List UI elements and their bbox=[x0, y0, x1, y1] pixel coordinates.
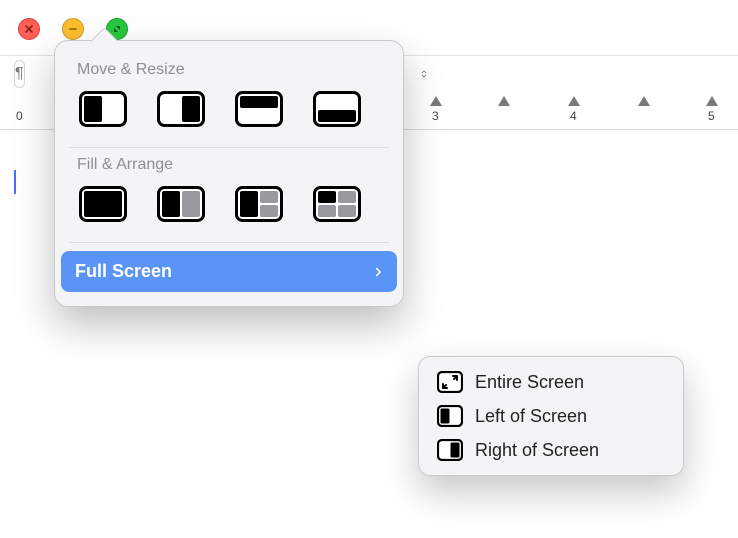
paragraph-style-dropdown[interactable]: ¶ bbox=[14, 60, 25, 88]
tile-bottom-half-icon[interactable] bbox=[313, 91, 361, 127]
arrange-quarters-icon[interactable] bbox=[313, 186, 361, 222]
tile-right-half-icon[interactable] bbox=[157, 91, 205, 127]
submenu-entire-screen[interactable]: Entire Screen bbox=[425, 365, 677, 399]
minimize-window-button[interactable] bbox=[62, 18, 84, 40]
fill-screen-icon[interactable] bbox=[79, 186, 127, 222]
submenu-right-of-screen[interactable]: Right of Screen bbox=[425, 433, 677, 467]
submenu-label: Left of Screen bbox=[475, 406, 587, 427]
submenu-label: Entire Screen bbox=[475, 372, 584, 393]
ruler-tick-0: 0 bbox=[16, 109, 23, 123]
tab-stop-marker[interactable] bbox=[706, 96, 718, 106]
ruler-tick-5: 5 bbox=[708, 109, 715, 123]
section-label-fill-arrange: Fill & Arrange bbox=[55, 152, 403, 184]
submenu-left-of-screen[interactable]: Left of Screen bbox=[425, 399, 677, 433]
entire-screen-icon bbox=[437, 371, 463, 393]
full-screen-label: Full Screen bbox=[75, 261, 172, 282]
left-of-screen-icon bbox=[437, 405, 463, 427]
tab-stop-marker[interactable] bbox=[430, 96, 442, 106]
popover-divider bbox=[69, 147, 389, 148]
ruler-tick-3: 3 bbox=[432, 109, 439, 123]
fill-arrange-row bbox=[55, 184, 403, 238]
pilcrow-icon: ¶ bbox=[15, 65, 24, 83]
tile-top-half-icon[interactable] bbox=[235, 91, 283, 127]
submenu-label: Right of Screen bbox=[475, 440, 599, 461]
window-tiling-popover: Move & Resize Fill & Arrange Full Scr bbox=[54, 40, 404, 307]
popover-divider bbox=[69, 242, 389, 243]
tile-left-half-icon[interactable] bbox=[79, 91, 127, 127]
arrange-left-right-icon[interactable] bbox=[157, 186, 205, 222]
font-family-dropdown[interactable] bbox=[419, 61, 429, 87]
chevron-right-icon bbox=[373, 267, 383, 277]
updown-icon bbox=[419, 69, 429, 79]
close-window-button[interactable] bbox=[18, 18, 40, 40]
full-screen-submenu: Entire Screen Left of Screen Right of Sc… bbox=[418, 356, 684, 476]
move-resize-row bbox=[55, 89, 403, 143]
full-screen-menu-item[interactable]: Full Screen bbox=[61, 251, 397, 292]
section-label-move-resize: Move & Resize bbox=[55, 57, 403, 89]
tab-stop-marker[interactable] bbox=[568, 96, 580, 106]
text-cursor bbox=[14, 170, 16, 194]
arrange-left-quarters-icon[interactable] bbox=[235, 186, 283, 222]
tab-stop-marker[interactable] bbox=[638, 96, 650, 106]
ruler-tick-4: 4 bbox=[570, 109, 577, 123]
right-of-screen-icon bbox=[437, 439, 463, 461]
tab-stop-marker[interactable] bbox=[498, 96, 510, 106]
